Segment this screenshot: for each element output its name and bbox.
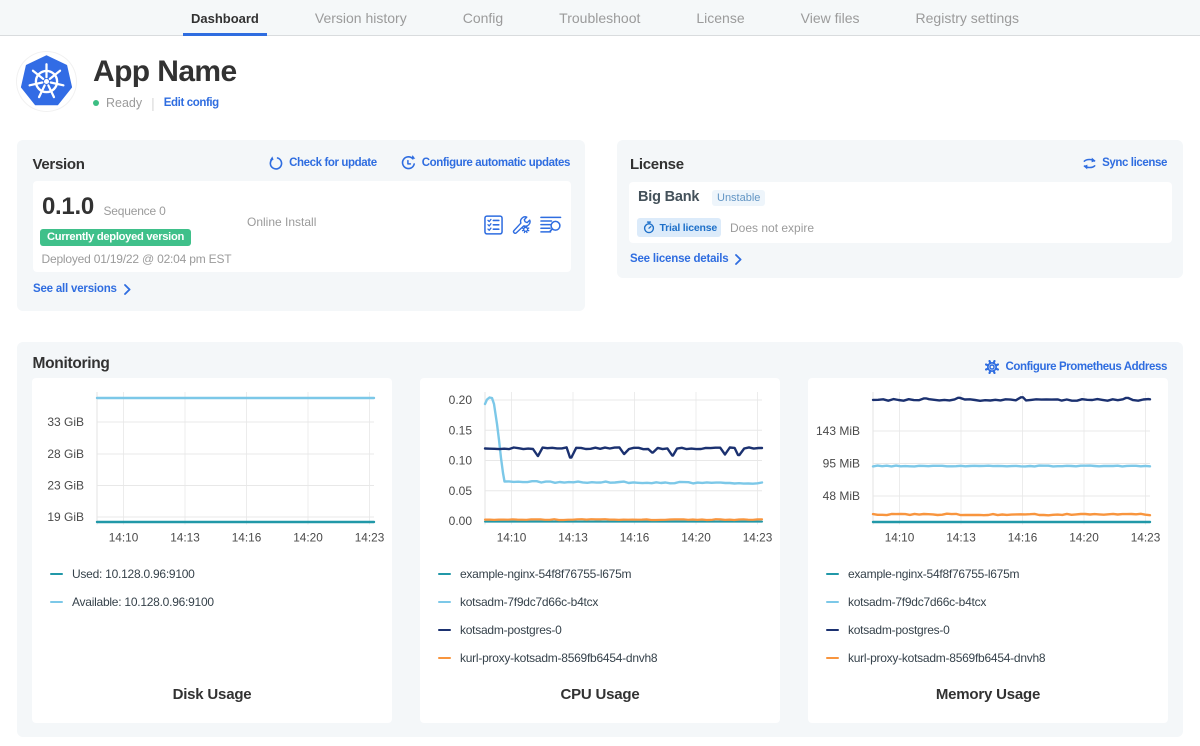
svg-text:23 GiB: 23 GiB — [47, 479, 84, 493]
svg-text:14:23: 14:23 — [355, 531, 385, 545]
svg-text:14:13: 14:13 — [558, 531, 588, 545]
svg-text:14:20: 14:20 — [681, 531, 711, 545]
svg-text:14:23: 14:23 — [1131, 531, 1161, 545]
svg-text:95 MiB: 95 MiB — [823, 457, 860, 471]
svg-text:0.15: 0.15 — [449, 423, 473, 437]
svg-text:14:23: 14:23 — [743, 531, 773, 545]
svg-text:14:10: 14:10 — [109, 531, 139, 545]
svg-text:0.00: 0.00 — [449, 514, 473, 528]
svg-text:48 MiB: 48 MiB — [823, 489, 860, 503]
svg-text:28 GiB: 28 GiB — [47, 447, 84, 461]
svg-text:19 GiB: 19 GiB — [47, 510, 84, 524]
svg-text:33 GiB: 33 GiB — [47, 415, 84, 429]
svg-text:14:13: 14:13 — [946, 531, 976, 545]
svg-text:14:10: 14:10 — [497, 531, 527, 545]
svg-text:14:16: 14:16 — [1008, 531, 1038, 545]
svg-text:14:20: 14:20 — [293, 531, 323, 545]
svg-text:14:16: 14:16 — [232, 531, 262, 545]
svg-text:0.05: 0.05 — [449, 484, 473, 498]
svg-text:14:20: 14:20 — [1069, 531, 1099, 545]
svg-text:14:16: 14:16 — [620, 531, 650, 545]
svg-text:14:10: 14:10 — [885, 531, 915, 545]
svg-text:0.10: 0.10 — [449, 454, 473, 468]
svg-text:14:13: 14:13 — [170, 531, 200, 545]
svg-text:143 MiB: 143 MiB — [816, 424, 860, 438]
svg-text:0.20: 0.20 — [449, 393, 473, 407]
